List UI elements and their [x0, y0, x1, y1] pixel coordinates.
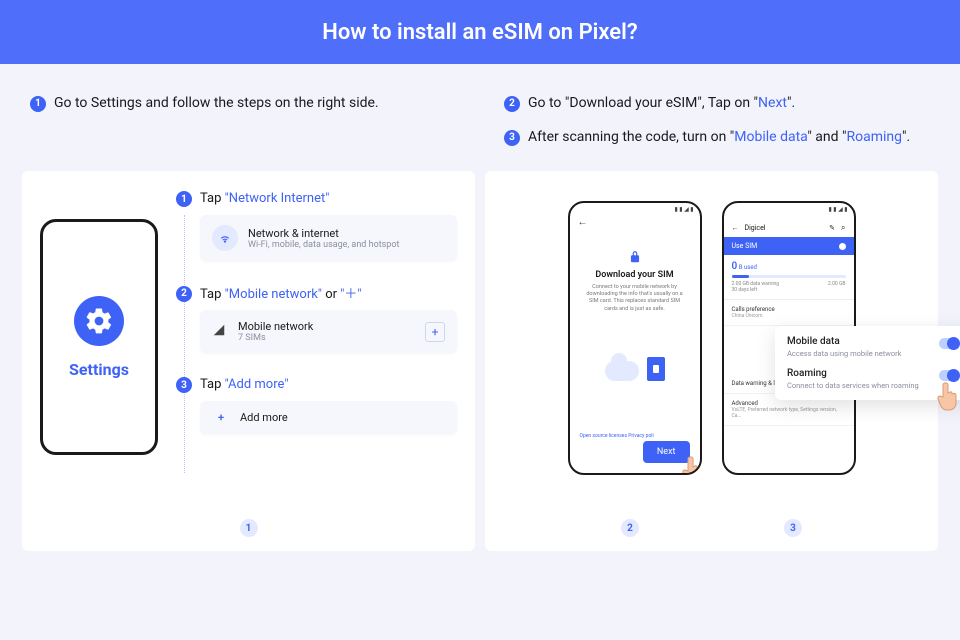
mobile-data-toggle[interactable]: Mobile data Access data using mobile net…	[787, 336, 959, 358]
panel-number-badge: 2	[621, 519, 639, 537]
panel-number-badge: 1	[240, 519, 258, 537]
hero-banner: How to install an eSIM on Pixel?	[0, 0, 960, 64]
step-number-badge: 2	[176, 286, 192, 302]
phone-mock-download-sim: ▮ ▮ ◢ ▮ ← Download your SIM Connect to y…	[568, 201, 702, 475]
panel-number-badge: 3	[784, 519, 802, 537]
toggle-on-icon	[839, 243, 846, 250]
intro-text: After scanning the code, turn on "Mobile…	[528, 128, 910, 148]
intro-bullet-3: 3 After scanning the code, turn on "Mobi…	[504, 128, 938, 148]
toggle-subtitle: Connect to data services when roaming	[787, 381, 931, 390]
search-icon[interactable]: ⌕	[841, 223, 845, 233]
step-number-badge: 2	[504, 96, 520, 112]
substep-3: 3 Tap "Add more" + Add more	[176, 375, 457, 434]
phone-mock-settings: Settings	[40, 219, 158, 455]
toggle-title: Roaming	[787, 368, 931, 379]
step-number-badge: 1	[176, 191, 192, 207]
settings-row-mobile-network[interactable]: Mobile network 7 SIMs +	[200, 310, 457, 353]
legal-links[interactable]: Open source licenses Privacy poli	[580, 433, 654, 439]
page-title: How to install an eSIM on Pixel?	[322, 20, 637, 45]
toggle-title: Mobile data	[787, 336, 931, 347]
toggle-subtitle: Access data using mobile network	[787, 349, 931, 358]
back-icon[interactable]: ←	[732, 224, 739, 232]
settings-row-network[interactable]: Network & internet Wi-Fi, mobile, data u…	[200, 215, 457, 261]
substep-1: 1 Tap "Network Internet" Network & inter…	[176, 189, 457, 261]
row-subtitle: 7 SIMs	[238, 333, 313, 343]
row-title: Add more	[240, 411, 288, 424]
panel-step-1: Settings 1 Tap "Network Internet" Netwo	[22, 171, 475, 551]
screen-header: ← Digicel ✎ ⌕	[724, 219, 854, 237]
settings-row-add-more[interactable]: + Add more	[200, 401, 457, 434]
next-button[interactable]: Next	[643, 441, 690, 463]
row-title: Network & internet	[248, 227, 399, 240]
toggle-popup: Mobile data Access data using mobile net…	[775, 326, 960, 400]
screen-subtitle: Connect to your mobile network by downlo…	[580, 284, 690, 313]
edit-icon[interactable]: ✎	[829, 224, 835, 232]
substep-2: 2 Tap "Mobile network" or "＋" Mobile net…	[176, 283, 457, 353]
usage-meter	[732, 275, 846, 278]
step-number-badge: 1	[30, 96, 46, 112]
signal-icon	[212, 323, 228, 340]
intro-bullet-2: 2 Go to "Download your eSIM", Tap on "Ne…	[504, 94, 938, 114]
intro-left: 1 Go to Settings and follow the steps on…	[30, 94, 464, 161]
intro-bullet-1: 1 Go to Settings and follow the steps on…	[30, 94, 464, 114]
substeps: 1 Tap "Network Internet" Network & inter…	[176, 189, 457, 533]
step-number-badge: 3	[176, 377, 192, 393]
gear-icon	[74, 296, 124, 346]
roaming-toggle[interactable]: Roaming Connect to data services when ro…	[787, 368, 959, 390]
download-illustration	[605, 351, 665, 381]
wifi-icon	[212, 225, 238, 251]
status-bar: ▮ ▮ ◢ ▮	[570, 203, 700, 219]
substep-text: Tap "Mobile network" or "＋"	[200, 283, 362, 302]
switch-on-icon	[939, 338, 959, 349]
back-icon[interactable]: ←	[578, 217, 588, 228]
intro-text: Go to "Download your eSIM", Tap on "Next…	[528, 94, 795, 114]
row-title: Mobile network	[238, 320, 313, 333]
use-sim-toggle-row[interactable]: Use SIM	[724, 237, 854, 255]
carrier-name: Digicel	[745, 224, 824, 232]
step-number-badge: 3	[504, 130, 520, 146]
panel-step-2-3: ▮ ▮ ◢ ▮ ← Download your SIM Connect to y…	[485, 171, 938, 551]
plus-icon[interactable]: +	[425, 322, 445, 342]
substep-text: Tap "Network Internet"	[200, 191, 329, 206]
intro-section: 1 Go to Settings and follow the steps on…	[0, 64, 960, 171]
data-usage-section: 0 B used 2.00 GB data warning30 days lef…	[724, 255, 854, 300]
plus-icon: +	[212, 411, 230, 424]
intro-text: Go to Settings and follow the steps on t…	[54, 94, 379, 114]
screen-title: Download your SIM	[580, 270, 690, 280]
list-item[interactable]: Calls preferenceChina Unicom	[724, 300, 854, 326]
row-subtitle: Wi-Fi, mobile, data usage, and hotspot	[248, 240, 399, 250]
status-bar: ▮ ▮ ◢ ▮	[724, 203, 854, 219]
lock-icon	[628, 250, 642, 264]
settings-label: Settings	[69, 360, 129, 379]
intro-right: 2 Go to "Download your eSIM", Tap on "Ne…	[504, 94, 938, 161]
switch-on-icon	[939, 370, 959, 381]
substep-text: Tap "Add more"	[200, 377, 288, 392]
